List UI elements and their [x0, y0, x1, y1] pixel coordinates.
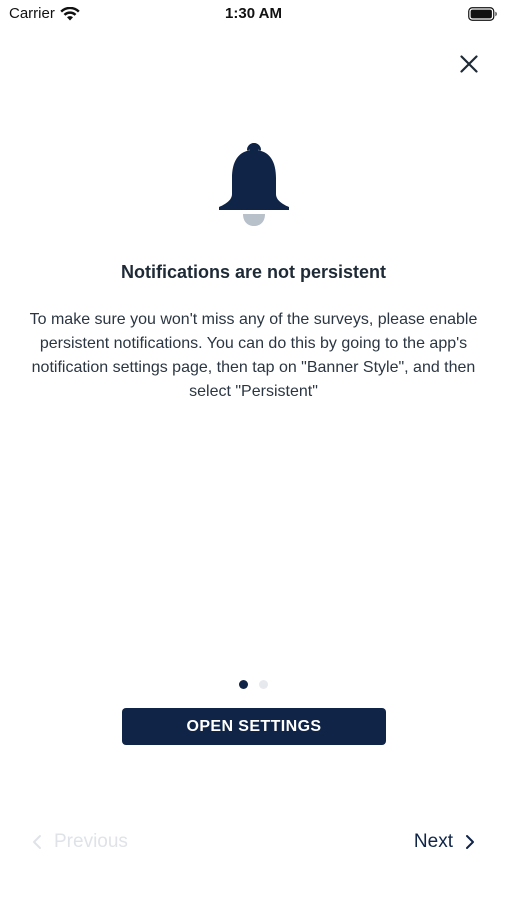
previous-label: Previous: [54, 831, 128, 852]
previous-button[interactable]: Previous: [32, 828, 128, 856]
description-text: To make sure you won't miss any of the s…: [29, 311, 478, 400]
open-settings-button[interactable]: OPEN SETTINGS: [122, 708, 386, 745]
battery-icon: [468, 7, 497, 21]
page-dot[interactable]: [259, 680, 268, 689]
chevron-left-icon: [33, 835, 41, 849]
next-label: Next: [413, 831, 453, 852]
status-time: 1:30 AM: [225, 5, 282, 22]
bell-icon: [219, 143, 289, 226]
close-icon: [460, 55, 478, 73]
chevron-right-icon: [466, 835, 474, 849]
page-dot-active[interactable]: [239, 680, 248, 689]
onboarding-screen: Carrier 1:30 AM Notifications are not pe…: [0, 0, 507, 900]
page-indicator: [0, 680, 507, 689]
status-bar: Carrier 1:30 AM: [0, 0, 507, 30]
close-button[interactable]: [455, 50, 483, 78]
next-button[interactable]: Next: [414, 828, 475, 856]
page-title: Notifications are not persistent: [120, 262, 387, 282]
